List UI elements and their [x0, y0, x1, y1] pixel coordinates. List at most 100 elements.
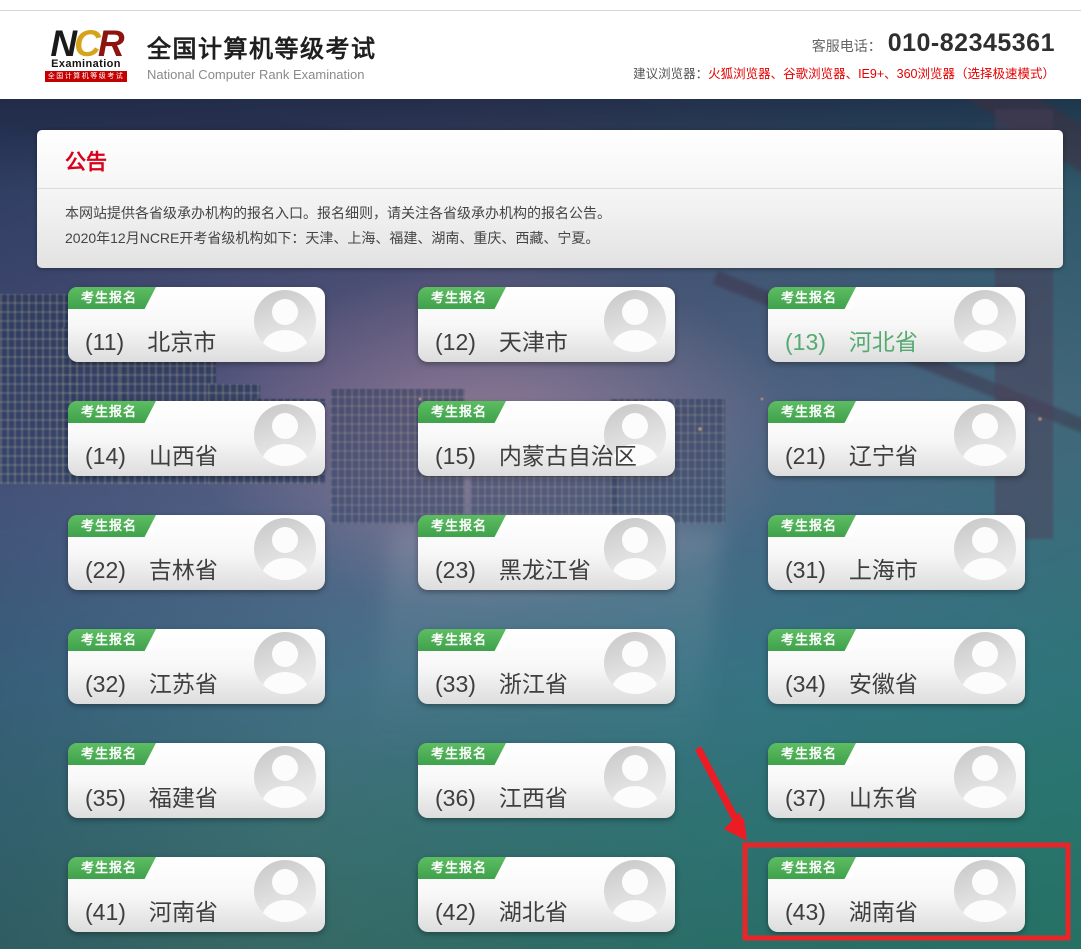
service-phone-label: 客服电话：	[812, 36, 882, 56]
province-card-23[interactable]: 考生报名 (23) 黑龙江省	[418, 515, 675, 590]
province-label: (15) 内蒙古自治区	[435, 437, 637, 471]
province-card-33[interactable]: 考生报名 (33) 浙江省	[418, 629, 675, 704]
logo-red-banner: 全国计算机等级考试	[45, 71, 128, 82]
person-icon	[254, 860, 316, 922]
province-label: (11) 北京市	[85, 323, 216, 357]
examinee-registration-ribbon: 考生报名	[768, 743, 870, 765]
person-icon	[954, 860, 1016, 922]
examinee-registration-ribbon: 考生报名	[68, 743, 170, 765]
examinee-registration-ribbon: 考生报名	[768, 857, 870, 879]
examinee-registration-ribbon: 考生报名	[418, 629, 520, 651]
province-label: (42) 湖北省	[435, 893, 568, 927]
person-icon	[604, 860, 666, 922]
site-header: NCR Examination 全国计算机等级考试 全国计算机等级考试 Nati…	[0, 11, 1081, 99]
ncre-logo-letters: NCR	[50, 28, 121, 59]
main-content: 公告 本网站提供各省级承办机构的报名入口。报名细则，请关注各省级承办机构的报名公…	[0, 99, 1081, 949]
ribbon-label: 考生报名	[431, 515, 487, 537]
province-label: (14) 山西省	[85, 437, 218, 471]
ribbon-label: 考生报名	[81, 287, 137, 309]
examinee-registration-ribbon: 考生报名	[768, 287, 870, 309]
examinee-registration-ribbon: 考生报名	[68, 629, 170, 651]
province-label: (22) 吉林省	[85, 551, 218, 585]
ribbon-label: 考生报名	[781, 857, 837, 879]
province-label: (33) 浙江省	[435, 665, 568, 699]
person-icon	[254, 518, 316, 580]
examinee-registration-ribbon: 考生报名	[768, 515, 870, 537]
examinee-registration-ribbon: 考生报名	[68, 515, 170, 537]
province-card-37[interactable]: 考生报名 (37) 山东省	[768, 743, 1025, 818]
person-icon	[954, 290, 1016, 352]
examinee-registration-ribbon: 考生报名	[68, 287, 170, 309]
site-title-en: National Computer Rank Examination	[147, 67, 377, 82]
province-card-42[interactable]: 考生报名 (42) 湖北省	[418, 857, 675, 932]
person-icon	[954, 404, 1016, 466]
ribbon-label: 考生报名	[81, 401, 137, 423]
browser-tip-value: 火狐浏览器、谷歌浏览器、IE9+、360浏览器（选择极速模式）	[708, 67, 1055, 81]
examinee-registration-ribbon: 考生报名	[418, 287, 520, 309]
examinee-registration-ribbon: 考生报名	[768, 629, 870, 651]
person-icon	[954, 518, 1016, 580]
province-label: (36) 江西省	[435, 779, 568, 813]
ribbon-label: 考生报名	[781, 515, 837, 537]
province-card-11[interactable]: 考生报名 (11) 北京市	[68, 287, 325, 362]
browser-tip: 建议浏览器：火狐浏览器、谷歌浏览器、IE9+、360浏览器（选择极速模式）	[633, 63, 1055, 82]
ribbon-label: 考生报名	[81, 515, 137, 537]
ribbon-label: 考生报名	[81, 857, 137, 879]
site-title-block: 全国计算机等级考试 National Computer Rank Examina…	[147, 29, 377, 82]
ribbon-label: 考生报名	[431, 743, 487, 765]
province-card-21[interactable]: 考生报名 (21) 辽宁省	[768, 401, 1025, 476]
logo-examination-text: Examination	[51, 58, 121, 70]
province-card-35[interactable]: 考生报名 (35) 福建省	[68, 743, 325, 818]
examinee-registration-ribbon: 考生报名	[418, 857, 520, 879]
province-card-15[interactable]: 考生报名 (15) 内蒙古自治区	[418, 401, 675, 476]
top-strip	[0, 0, 1081, 11]
ribbon-label: 考生报名	[431, 401, 487, 423]
province-label: (34) 安徽省	[785, 665, 918, 699]
province-card-41[interactable]: 考生报名 (41) 河南省	[68, 857, 325, 932]
person-icon	[254, 404, 316, 466]
province-card-13[interactable]: 考生报名 (13) 河北省	[768, 287, 1025, 362]
ribbon-label: 考生报名	[81, 629, 137, 651]
service-phone-number: 010-82345361	[888, 29, 1055, 58]
ribbon-label: 考生报名	[431, 287, 487, 309]
ribbon-label: 考生报名	[781, 629, 837, 651]
examinee-registration-ribbon: 考生报名	[768, 401, 870, 423]
person-icon	[604, 518, 666, 580]
header-right: 客服电话： 010-82345361 建议浏览器：火狐浏览器、谷歌浏览器、IE9…	[633, 29, 1055, 82]
province-label: (41) 河南省	[85, 893, 218, 927]
province-card-22[interactable]: 考生报名 (22) 吉林省	[68, 515, 325, 590]
site-title-cn: 全国计算机等级考试	[147, 29, 377, 64]
province-label: (31) 上海市	[785, 551, 918, 585]
province-card-34[interactable]: 考生报名 (34) 安徽省	[768, 629, 1025, 704]
province-card-32[interactable]: 考生报名 (32) 江苏省	[68, 629, 325, 704]
person-icon	[254, 290, 316, 352]
province-card-43[interactable]: 考生报名 (43) 湖南省	[768, 857, 1025, 932]
person-icon	[954, 632, 1016, 694]
examinee-registration-ribbon: 考生报名	[68, 857, 170, 879]
ribbon-label: 考生报名	[781, 401, 837, 423]
ribbon-label: 考生报名	[781, 743, 837, 765]
province-card-14[interactable]: 考生报名 (14) 山西省	[68, 401, 325, 476]
examinee-registration-ribbon: 考生报名	[68, 401, 170, 423]
ribbon-label: 考生报名	[431, 857, 487, 879]
notice-title: 公告	[37, 130, 1063, 188]
province-label: (32) 江苏省	[85, 665, 218, 699]
ribbon-label: 考生报名	[431, 629, 487, 651]
examinee-registration-ribbon: 考生报名	[418, 401, 520, 423]
ribbon-label: 考生报名	[781, 287, 837, 309]
province-label: (12) 天津市	[435, 323, 568, 357]
province-label: (37) 山东省	[785, 779, 918, 813]
province-card-grid: 考生报名 (11) 北京市 考生报名 (12) 天津市 考生报名 (13) 河北…	[68, 287, 1025, 932]
ribbon-label: 考生报名	[81, 743, 137, 765]
examinee-registration-ribbon: 考生报名	[418, 743, 520, 765]
person-icon	[604, 632, 666, 694]
browser-tip-label: 建议浏览器：	[633, 67, 708, 81]
service-phone: 客服电话： 010-82345361	[633, 29, 1055, 58]
notice-line: 2020年12月NCRE开考省级机构如下：天津、上海、福建、湖南、重庆、西藏、宁…	[65, 226, 1035, 251]
province-card-31[interactable]: 考生报名 (31) 上海市	[768, 515, 1025, 590]
person-icon	[254, 746, 316, 808]
province-label: (43) 湖南省	[785, 893, 918, 927]
province-card-12[interactable]: 考生报名 (12) 天津市	[418, 287, 675, 362]
province-card-36[interactable]: 考生报名 (36) 江西省	[418, 743, 675, 818]
province-label: (13) 河北省	[785, 323, 918, 357]
